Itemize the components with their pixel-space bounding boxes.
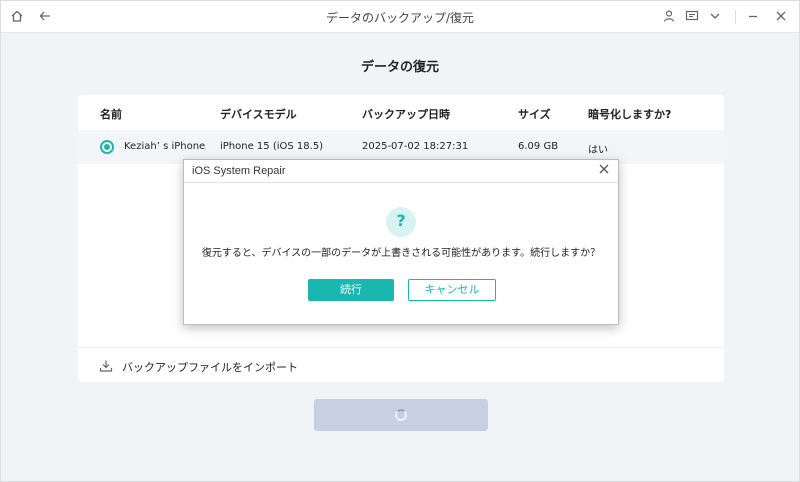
table-header: 名前 デバイスモデル バックアップ日時 サイズ 暗号化しますか? xyxy=(78,95,724,129)
title-bar-divider xyxy=(735,10,736,24)
window-title: データのバックアップ/復元 xyxy=(325,11,475,25)
page-title: データの復元 xyxy=(360,60,439,75)
import-backup-button[interactable]: バックアップファイルをインポート xyxy=(78,347,724,382)
dialog-message: 復元すると、デバイスの一部のデータが上書きされる可能性があります。続行しますか？ xyxy=(201,248,601,259)
dialog-title: iOS System Repair xyxy=(192,165,286,177)
dialog-close-icon[interactable] xyxy=(596,163,612,179)
minimize-icon[interactable] xyxy=(745,9,761,25)
cell-encrypted: はい xyxy=(588,145,608,156)
cell-name: Keziah’ s iPhone xyxy=(124,141,206,152)
user-icon[interactable] xyxy=(661,9,677,25)
cell-model: iPhone 15 (iOS 18.5) xyxy=(220,141,324,152)
loading-spinner-icon xyxy=(395,409,407,421)
import-icon xyxy=(99,358,113,372)
question-icon: ? xyxy=(386,207,416,237)
row-select-radio[interactable] xyxy=(100,140,114,154)
column-header-model: デバイスモデル xyxy=(220,108,297,121)
title-bar: データのバックアップ/復元 xyxy=(1,1,799,33)
app-window: データのバックアップ/復元 データの復元 名前 デバイスモデル バックアップ日時… xyxy=(0,0,800,482)
cell-size: 6.09 GB xyxy=(518,141,559,152)
column-header-size: サイズ xyxy=(518,108,551,121)
column-header-name: 名前 xyxy=(100,108,122,121)
cell-date: 2025-07-02 18:27:31 xyxy=(362,141,469,152)
column-header-date: バックアップ日時 xyxy=(362,108,450,121)
cancel-button[interactable]: キャンセル xyxy=(408,279,496,301)
dialog-divider xyxy=(184,182,618,183)
restore-button[interactable] xyxy=(314,399,488,431)
chevron-down-icon[interactable] xyxy=(707,9,723,25)
close-icon[interactable] xyxy=(773,9,789,25)
continue-button[interactable]: 続行 xyxy=(308,279,394,301)
feedback-icon[interactable] xyxy=(684,9,700,25)
column-header-encrypted: 暗号化しますか? xyxy=(588,108,672,121)
import-label: バックアップファイルをインポート xyxy=(122,361,298,374)
confirm-dialog: iOS System Repair ? 復元すると、デバイスの一部のデータが上書… xyxy=(183,159,619,325)
